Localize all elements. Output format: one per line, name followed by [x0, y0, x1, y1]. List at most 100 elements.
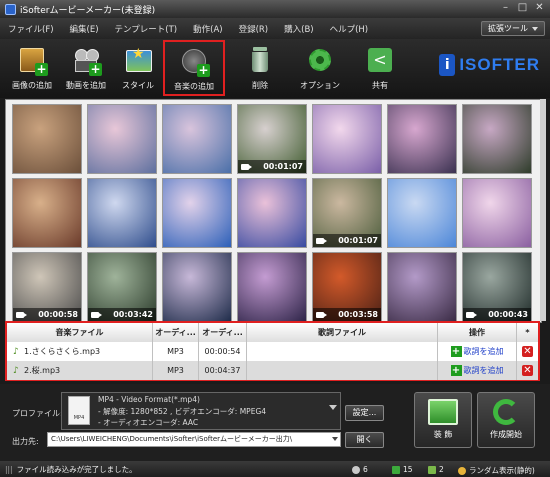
media-grid[interactable]: 00:01:07 00:01:07 00:00:58 00:03:42 00:03:58… — [5, 99, 542, 323]
output-path-field[interactable]: C:\Users\LIWEICHENG\Documents\iSofter\iS… — [47, 432, 341, 447]
start-create-button[interactable]: 作成開始 — [477, 392, 535, 448]
add-video-icon: + — [72, 46, 102, 76]
status-bar: ||| ファイル読み込みが完了しました。 6 15 2 ランダム表示(静的) — [0, 461, 550, 477]
image-thumbnail[interactable] — [462, 178, 532, 248]
style-button[interactable]: ★ スタイル — [108, 41, 168, 95]
image-thumbnail[interactable] — [237, 178, 307, 248]
music-count: 2 — [428, 465, 444, 474]
delete-button[interactable]: 削除 — [230, 41, 290, 95]
app-icon — [5, 3, 16, 15]
media-scrollbar[interactable] — [540, 99, 546, 321]
image-count: 6 — [352, 465, 368, 474]
extension-tools-label: 拡張ツール — [488, 24, 528, 33]
music-name-cell: ♪ 1.さくらさくら.mp3 — [7, 342, 153, 361]
open-folder-button[interactable]: 開く — [345, 432, 384, 448]
image-thumbnail[interactable] — [462, 104, 532, 174]
add-image-icon: + — [18, 46, 48, 76]
header-audio-format[interactable]: オーディ... — [153, 323, 199, 342]
image-thumbnail[interactable] — [237, 252, 307, 322]
profile-audio: - オーディオエンコーダ: AAC — [98, 418, 199, 427]
menu-action[interactable]: 動作(A) — [185, 23, 230, 35]
image-thumbnail[interactable] — [87, 178, 157, 248]
music-row[interactable]: ♪ 2.桜.mp3 MP3 00:04:37 + 歌詞を追加 ✕ — [7, 361, 538, 380]
delete-icon[interactable]: ✕ — [522, 365, 533, 376]
menu-edit[interactable]: 編集(E) — [62, 23, 107, 35]
header-action[interactable]: 操作 — [438, 323, 517, 342]
header-lyric-file[interactable]: 歌詞ファイル — [247, 323, 438, 342]
header-audio-duration[interactable]: オーディ... — [199, 323, 247, 342]
video-duration: 00:01:07 — [263, 162, 303, 171]
music-count-value: 2 — [439, 465, 444, 474]
mp4-file-icon-label: MP4 — [73, 415, 85, 421]
add-video-label: 動画を追加 — [66, 81, 106, 90]
video-count-icon — [392, 465, 400, 474]
profile-select[interactable]: MP4 MP4 - Video Format(*.mp4) - 解像度: 128… — [61, 392, 341, 430]
settings-button[interactable]: 設定... — [345, 405, 384, 421]
menu-file[interactable]: ファイル(F) — [0, 23, 62, 35]
menu-register[interactable]: 登録(R) — [231, 23, 277, 35]
image-thumbnail[interactable] — [162, 104, 232, 174]
video-info-bar: 00:01:07 — [238, 160, 306, 173]
output-label: 出力先: — [12, 437, 39, 446]
close-icon[interactable]: ✕ — [533, 2, 546, 14]
music-name: 1.さくらさくら.mp3 — [24, 347, 101, 356]
start-create-label: 作成開始 — [490, 430, 522, 439]
music-row[interactable]: ♪ 1.さくらさくら.mp3 MP3 00:00:54 + 歌詞を追加 ✕ — [7, 342, 538, 361]
add-lyric-button[interactable]: + 歌詞を追加 — [438, 361, 516, 380]
image-thumbnail[interactable] — [12, 178, 82, 248]
video-camera-icon — [91, 311, 102, 318]
share-button[interactable]: < 共有 — [350, 41, 410, 95]
add-image-button[interactable]: + 画像の追加 — [2, 41, 62, 95]
menu-buy[interactable]: 購入(B) — [276, 23, 321, 35]
video-thumbnail[interactable]: 00:00:58 — [12, 252, 82, 322]
action-cell: + 歌詞を追加 — [438, 361, 517, 380]
status-bars-icon: ||| — [5, 464, 13, 474]
add-music-label: 音楽の追加 — [174, 82, 214, 91]
menu-help[interactable]: ヘルプ(H) — [322, 23, 377, 35]
image-thumbnail[interactable] — [387, 178, 457, 248]
image-thumbnail[interactable] — [12, 104, 82, 174]
video-duration: 00:03:42 — [113, 310, 153, 319]
options-button[interactable]: オプション — [290, 41, 350, 95]
add-music-button[interactable]: + 音楽の追加 — [163, 40, 225, 96]
image-thumbnail[interactable] — [162, 178, 232, 248]
maximize-icon[interactable]: □ — [516, 2, 529, 14]
logo-text: ISOFTER — [459, 55, 540, 74]
video-info-bar: 00:01:07 — [313, 234, 381, 247]
music-lyric — [247, 342, 438, 361]
decorate-button[interactable]: 装 飾 — [414, 392, 472, 448]
extension-tools-button[interactable]: 拡張ツール — [481, 21, 545, 36]
image-thumbnail[interactable] — [387, 252, 457, 322]
video-camera-icon — [316, 311, 327, 318]
minimize-icon[interactable]: – — [499, 2, 512, 14]
status-message: ファイル読み込みが完了しました。 — [16, 464, 137, 474]
plus-icon: + — [450, 346, 462, 357]
video-thumbnail[interactable]: 00:03:58 — [312, 252, 382, 322]
header-star[interactable]: * — [517, 323, 538, 342]
header-music-file[interactable]: 音楽ファイル — [7, 323, 153, 342]
image-count-value: 6 — [363, 465, 368, 474]
music-duration: 00:00:54 — [199, 342, 247, 361]
menu-template[interactable]: テンプレート(T) — [107, 23, 186, 35]
video-thumbnail[interactable]: 00:00:43 — [462, 252, 532, 322]
image-thumbnail[interactable] — [87, 104, 157, 174]
mp4-file-icon: MP4 — [68, 396, 90, 425]
video-thumbnail[interactable]: 00:01:07 — [237, 104, 307, 174]
music-note-icon: ♪ — [13, 347, 19, 357]
video-thumbnail[interactable]: 00:03:42 — [87, 252, 157, 322]
share-icon: < — [366, 46, 394, 74]
video-thumbnail[interactable]: 00:01:07 — [312, 178, 382, 248]
image-count-icon — [352, 465, 360, 474]
random-display[interactable]: ランダム表示(静的) — [458, 465, 535, 476]
video-duration: 00:03:58 — [338, 310, 378, 319]
image-thumbnail[interactable] — [312, 104, 382, 174]
image-thumbnail[interactable] — [162, 252, 232, 322]
isofter-logo: i ISOFTER — [439, 54, 540, 76]
add-lyric-button[interactable]: + 歌詞を追加 — [438, 342, 516, 361]
image-thumbnail[interactable] — [387, 104, 457, 174]
music-name: 2.桜.mp3 — [24, 366, 61, 375]
video-camera-icon — [466, 311, 477, 318]
delete-icon[interactable]: ✕ — [522, 346, 533, 357]
add-video-button[interactable]: + 動画を追加 — [56, 41, 116, 95]
toolbar: + 画像の追加 + 動画を追加 ★ スタイル + 音楽の追加 削除 オプション … — [0, 39, 550, 98]
